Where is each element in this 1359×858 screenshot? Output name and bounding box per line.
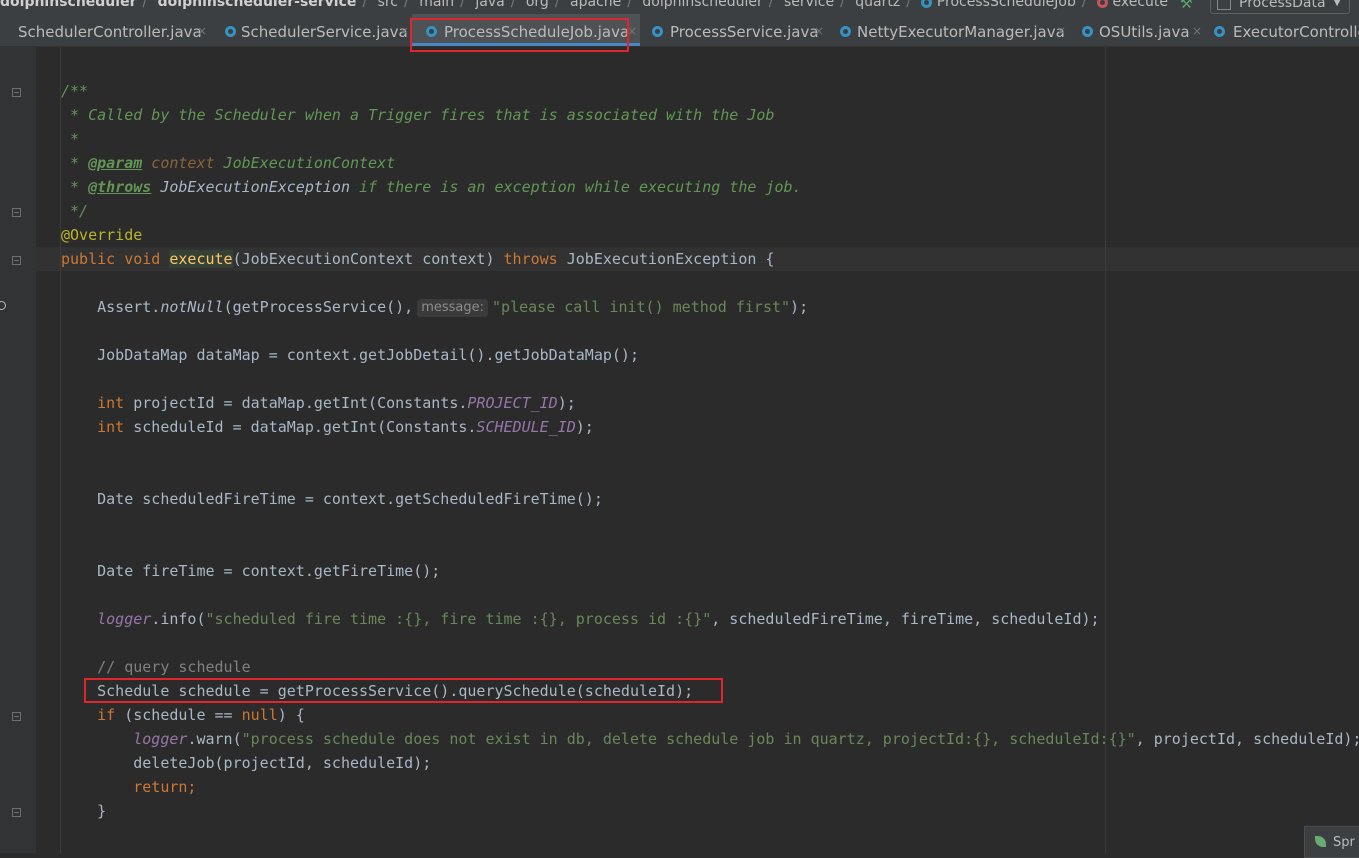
- code-line: * @throws JobExecutionException if there…: [61, 178, 802, 196]
- run-configuration-select[interactable]: ProcessData ▼: [1210, 0, 1350, 14]
- breadcrumb-service[interactable]: service: [784, 0, 834, 10]
- code-line: Date scheduledFireTime = context.getSche…: [61, 490, 603, 508]
- code-line-query-schedule: Schedule schedule = getProcessService().…: [61, 682, 694, 700]
- spring-leaf-icon: [1315, 836, 1326, 847]
- spring-tool-label: Spr: [1333, 835, 1355, 850]
- tab-executor-controller[interactable]: ExecutorControlle: [1208, 14, 1359, 46]
- editor-tab-bar: SchedulerController.java × SchedulerServ…: [0, 14, 1359, 47]
- class-icon: [1214, 26, 1225, 37]
- tab-label: ProcessService.java: [670, 23, 819, 41]
- fold-icon[interactable]: [12, 88, 21, 97]
- code-line: * Called by the Scheduler when a Trigger…: [61, 106, 775, 124]
- close-icon[interactable]: ×: [1056, 24, 1066, 38]
- fold-icon[interactable]: [12, 256, 21, 265]
- chevron-down-icon: ▼: [1333, 0, 1341, 8]
- breadcrumb-main[interactable]: main: [419, 0, 454, 10]
- tab-scheduler-controller[interactable]: SchedulerController.java ×: [0, 14, 215, 46]
- class-icon: [426, 26, 437, 37]
- code-line: @Override: [61, 226, 143, 244]
- breadcrumb: dolphinscheduler / dolphinscheduler-servi…: [0, 0, 1359, 14]
- tab-label: ExecutorControlle: [1233, 23, 1359, 41]
- close-icon[interactable]: ×: [627, 24, 637, 38]
- tab-label: ProcessScheduleJob.java: [444, 23, 630, 41]
- code-line: int projectId = dataMap.getInt(Constants…: [61, 394, 576, 412]
- parameter-hint: message:: [417, 299, 489, 317]
- tab-label: SchedulerService.java: [241, 23, 408, 41]
- class-icon: [652, 26, 663, 37]
- code-line: /**: [61, 82, 89, 100]
- tab-process-schedule-job[interactable]: ProcessScheduleJob.java ×: [412, 14, 640, 46]
- breadcrumb-dolphinscheduler[interactable]: dolphinscheduler: [642, 0, 762, 10]
- code-line: }: [61, 802, 107, 820]
- close-icon[interactable]: ×: [814, 24, 824, 38]
- tab-process-service[interactable]: ProcessService.java ×: [640, 14, 836, 46]
- breadcrumb-module[interactable]: dolphinscheduler-service: [158, 0, 357, 10]
- breadcrumb-class[interactable]: ProcessScheduleJob: [937, 0, 1076, 10]
- class-icon: [225, 26, 236, 37]
- tab-label: SchedulerController.java: [18, 23, 202, 41]
- breadcrumb-apache[interactable]: apache: [570, 0, 621, 10]
- class-icon: [1082, 26, 1093, 37]
- code-line: // query schedule: [61, 658, 251, 676]
- close-icon[interactable]: ×: [399, 24, 409, 38]
- breadcrumb-method[interactable]: execute: [1113, 0, 1169, 10]
- method-icon: [1097, 0, 1109, 8]
- run-config-label: ProcessData: [1239, 0, 1326, 11]
- tab-netty-executor-manager[interactable]: NettyExecutorManager.java ×: [836, 14, 1072, 46]
- code-line: int scheduleId = dataMap.getInt(Constant…: [61, 418, 594, 436]
- breadcrumb-project[interactable]: dolphinscheduler: [0, 0, 136, 10]
- code-line: return;: [61, 778, 197, 796]
- code-line: JobDataMap dataMap = context.getJobDetai…: [61, 346, 639, 364]
- breadcrumb-src[interactable]: src: [378, 0, 398, 10]
- build-hammer-icon[interactable]: ⚒: [1180, 0, 1193, 12]
- code-line: public void execute(JobExecutionContext …: [61, 250, 775, 268]
- override-marker-icon[interactable]: [0, 301, 6, 310]
- code-line: deleteJob(projectId, scheduleId);: [61, 754, 432, 772]
- tab-scheduler-service[interactable]: SchedulerService.java ×: [215, 14, 410, 46]
- close-icon[interactable]: ×: [1192, 24, 1202, 38]
- spring-tool-button[interactable]: Spr: [1304, 826, 1359, 858]
- tab-label: NettyExecutorManager.java: [857, 23, 1065, 41]
- fold-icon[interactable]: [12, 208, 21, 217]
- code-line: * @param context JobExecutionContext: [61, 154, 396, 172]
- code-line: logger.info("scheduled fire time :{}, fi…: [61, 610, 1100, 628]
- code-line: logger.warn("process schedule does not e…: [61, 730, 1359, 748]
- fold-icon[interactable]: [12, 712, 21, 721]
- code-line: Assert.notNull(getProcessService(), messa…: [61, 298, 809, 317]
- class-icon: [921, 0, 933, 8]
- breadcrumb-org[interactable]: org: [526, 0, 549, 10]
- breadcrumb-quartz[interactable]: quartz: [855, 0, 900, 10]
- close-icon[interactable]: ×: [197, 24, 207, 38]
- code-line: Date fireTime = context.getFireTime();: [61, 562, 441, 580]
- tab-osutils[interactable]: OSUtils.java ×: [1072, 14, 1208, 46]
- fold-icon[interactable]: [12, 808, 21, 817]
- code-line: if (schedule == null) {: [61, 706, 305, 724]
- code-line: *: [61, 130, 80, 148]
- method-name: execute: [169, 250, 233, 268]
- editor-gutter: [0, 47, 36, 853]
- code-editor[interactable]: /** * Called by the Scheduler when a Tri…: [36, 47, 1359, 853]
- run-config-icon: [1217, 0, 1231, 10]
- breadcrumb-java[interactable]: java: [475, 0, 504, 10]
- class-icon: [840, 26, 851, 37]
- code-line: */: [61, 202, 89, 220]
- tab-label: OSUtils.java: [1099, 23, 1190, 41]
